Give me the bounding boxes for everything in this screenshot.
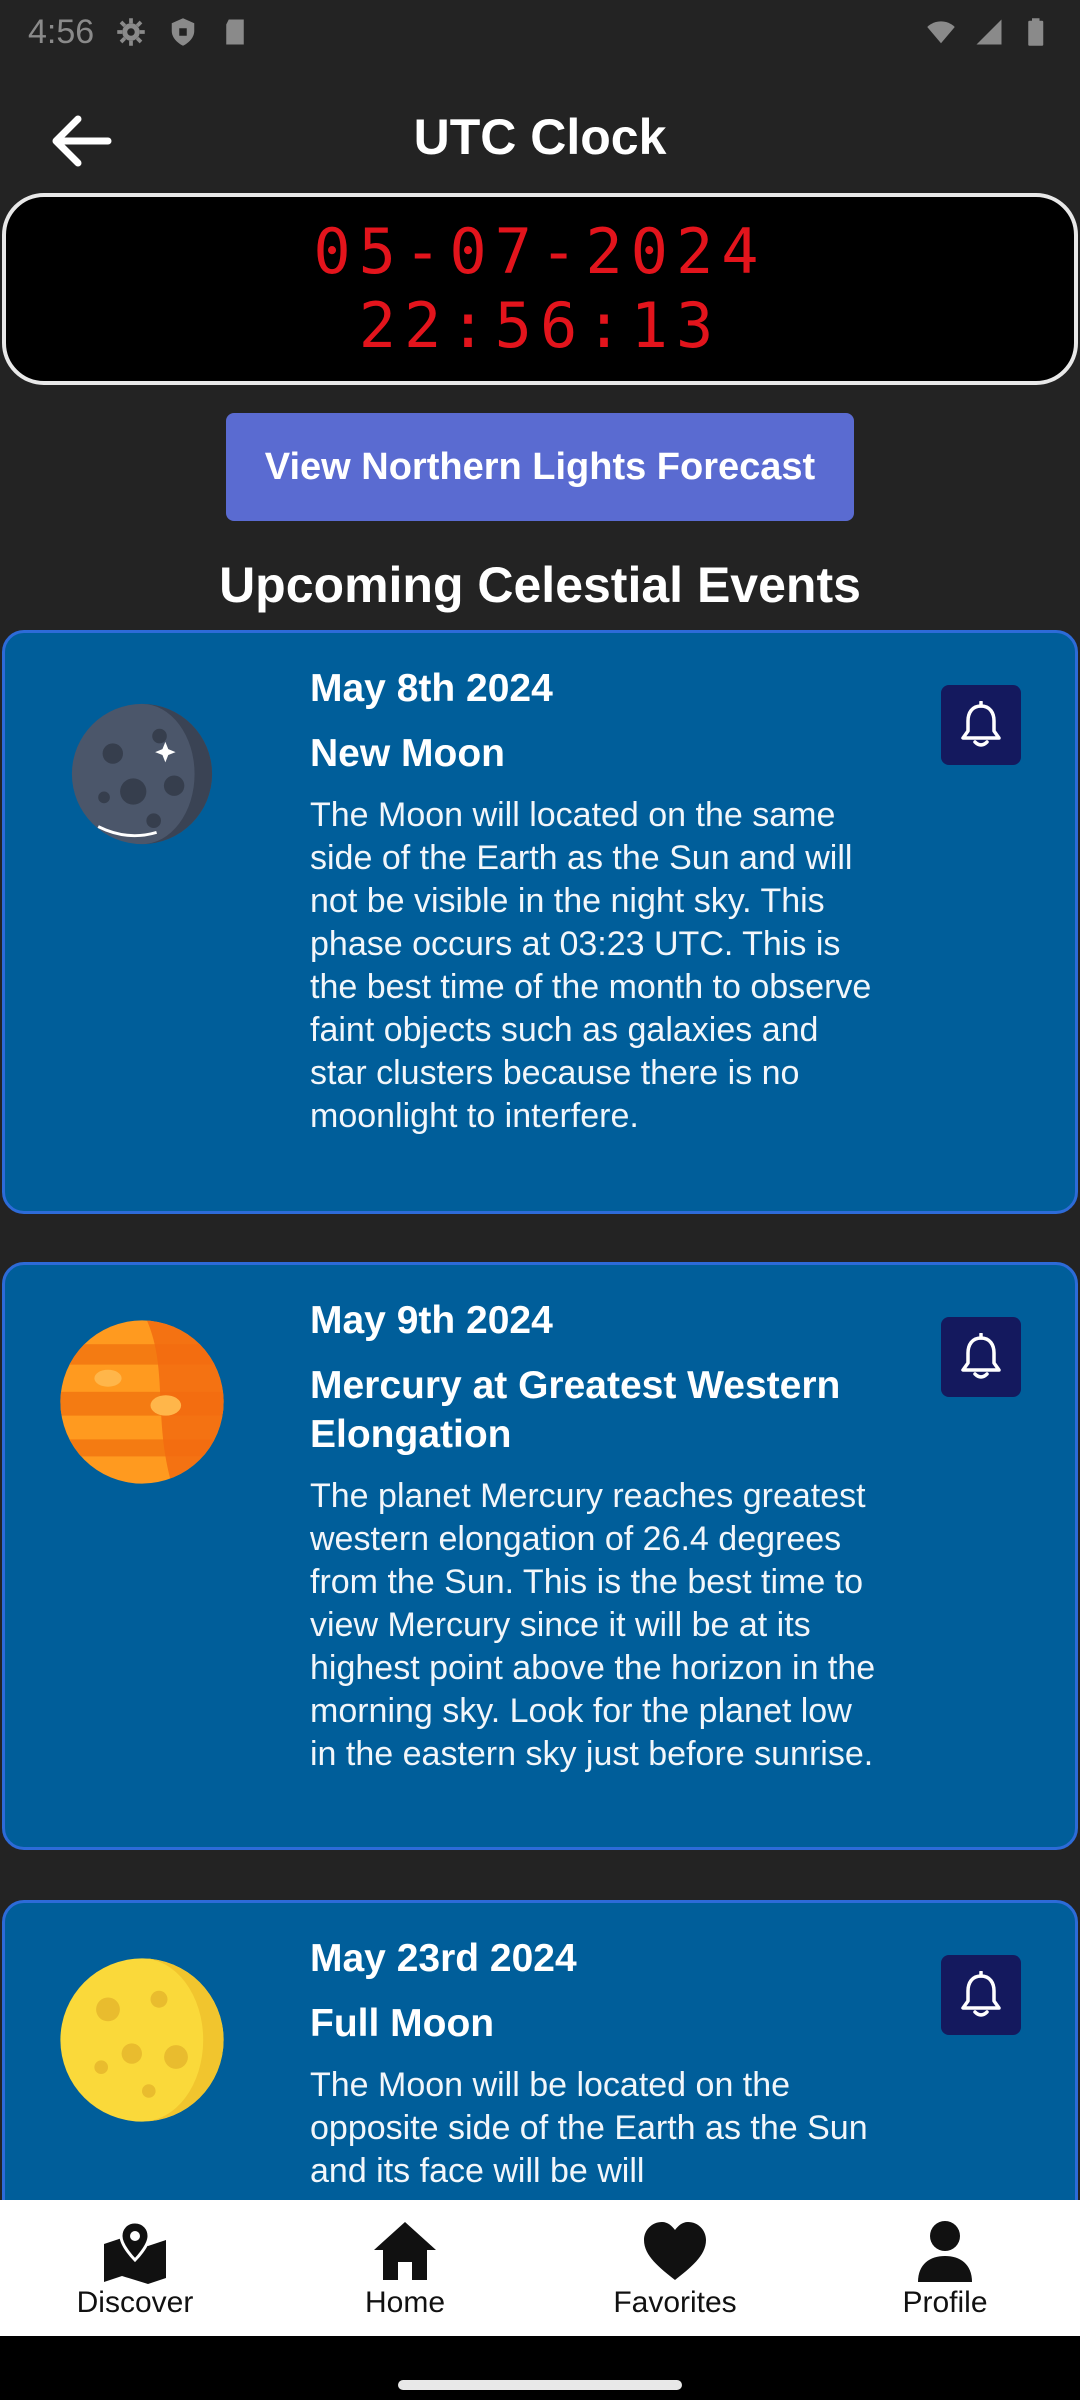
event-date: May 8th 2024 <box>310 667 553 710</box>
utc-clock-display: 05-07-2024 22:56:13 <box>2 193 1078 385</box>
battery-icon <box>1028 18 1044 46</box>
nav-home[interactable]: Home <box>270 2200 540 2336</box>
event-reminder-button[interactable] <box>941 1955 1021 2035</box>
view-northern-lights-forecast-button[interactable]: View Northern Lights Forecast <box>226 413 854 521</box>
event-description: The Moon will be located on the opposite… <box>310 2066 868 2190</box>
heart-icon <box>644 2222 706 2280</box>
shield-icon <box>171 18 195 46</box>
nav-label: Home <box>364 2286 446 2319</box>
event-date: May 23rd 2024 <box>310 1937 577 1980</box>
system-gesture-area <box>0 2336 1080 2400</box>
events-list[interactable]: May 8th 2024 New Moon The Moon will loca… <box>0 630 1080 2200</box>
full-moon-icon <box>60 1958 224 2122</box>
cell-signal-icon <box>976 19 1002 45</box>
bottom-navigation: Discover Home Favorites Profile <box>0 2200 1080 2336</box>
nav-label: Discover <box>76 2286 194 2319</box>
event-date: May 9th 2024 <box>310 1299 553 1342</box>
clock-time: 22:56:13 <box>358 289 722 362</box>
bell-icon <box>961 1971 1001 2017</box>
new-moon-icon <box>71 703 213 845</box>
nav-profile[interactable]: Profile <box>810 2200 1080 2336</box>
event-body: May 23rd 2024 Full Moon The Moon will be… <box>310 1931 880 2193</box>
event-card: May 8th 2024 New Moon The Moon will loca… <box>2 630 1078 1214</box>
event-body: May 9th 2024 Mercury at Greatest Western… <box>310 1293 880 1776</box>
app-header: UTC Clock <box>0 96 1080 186</box>
status-time: 4:56 <box>28 12 95 51</box>
event-card: May 9th 2024 Mercury at Greatest Western… <box>2 1262 1078 1850</box>
event-title: New Moon <box>310 732 505 775</box>
nav-favorites[interactable]: Favorites <box>540 2200 810 2336</box>
nav-label: Favorites <box>613 2286 737 2319</box>
bell-icon <box>961 701 1001 747</box>
event-reminder-button[interactable] <box>941 685 1021 765</box>
event-reminder-button[interactable] <box>941 1317 1021 1397</box>
home-icon <box>374 2222 436 2280</box>
event-title: Mercury at Greatest Western Elongation <box>310 1364 841 1456</box>
mercury-planet-icon <box>60 1320 224 1484</box>
wifi-icon <box>927 21 955 44</box>
settings-gear-icon <box>117 18 145 46</box>
home-gesture-handle[interactable] <box>398 2380 682 2390</box>
section-title: Upcoming Celestial Events <box>219 557 861 613</box>
clock-date: 05-07-2024 <box>313 215 767 288</box>
event-body: May 8th 2024 New Moon The Moon will loca… <box>310 661 880 1138</box>
event-description: The Moon will located on the same side o… <box>310 796 872 1135</box>
event-title: Full Moon <box>310 2002 495 2045</box>
event-description: The planet Mercury reaches greatest west… <box>310 1477 876 1773</box>
status-bar: 4:56 <box>0 0 1080 64</box>
sd-card-icon <box>226 19 244 45</box>
event-card: May 23rd 2024 Full Moon The Moon will be… <box>2 1900 1078 2200</box>
bell-icon <box>961 1333 1001 1379</box>
nav-discover[interactable]: Discover <box>0 2200 270 2336</box>
map-pin-icon <box>104 2220 166 2284</box>
person-icon <box>918 2221 972 2282</box>
page-title: UTC Clock <box>413 109 667 165</box>
nav-label: Profile <box>902 2286 988 2319</box>
